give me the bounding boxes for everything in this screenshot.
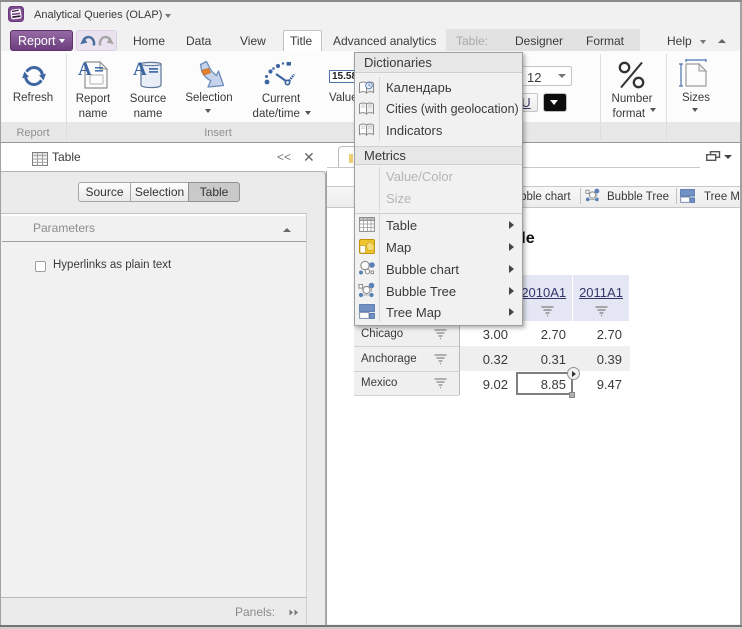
svg-text:A: A	[78, 59, 92, 80]
svg-text:A: A	[133, 59, 147, 80]
